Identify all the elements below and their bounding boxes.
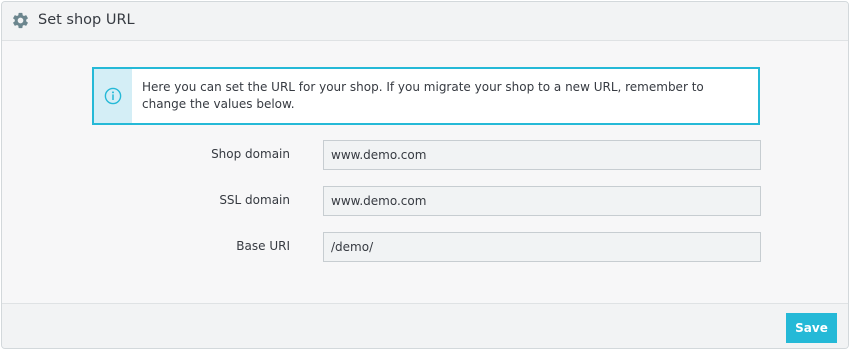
form-row-base-uri: Base URI [2,232,848,262]
save-button[interactable]: Save [786,313,837,343]
ssl-domain-input[interactable] [323,186,761,216]
alert-icon-column [94,69,132,123]
gear-icon [11,11,30,30]
info-alert: Here you can set the URL for your shop. … [92,67,760,125]
base-uri-label: Base URI [236,239,290,253]
shop-domain-label: Shop domain [211,147,290,161]
alert-message: Here you can set the URL for your shop. … [142,80,704,111]
panel-body: Here you can set the URL for your shop. … [2,41,848,303]
base-uri-input[interactable] [323,232,761,262]
form-row-ssl-domain: SSL domain [2,186,848,216]
info-icon [104,87,122,105]
ssl-domain-label: SSL domain [219,193,290,207]
panel-header: Set shop URL [2,2,848,41]
panel-footer: Save [2,303,848,348]
panel-title: Set shop URL [38,12,135,28]
shop-url-panel: Set shop URL Here you can set the URL fo… [1,1,849,349]
shop-domain-input[interactable] [323,140,761,170]
form-row-shop-domain: Shop domain [2,140,848,170]
